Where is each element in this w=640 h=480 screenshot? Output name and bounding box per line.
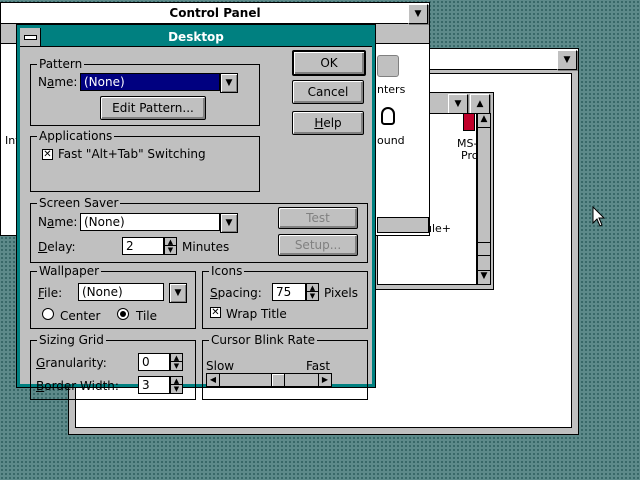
screen-saver-name-label: Name:	[38, 215, 78, 229]
icon-label-pro: Pro	[461, 149, 479, 162]
border-width-spinner[interactable]: ▲ ▼	[170, 376, 183, 394]
cursor-blink-slider[interactable]: ◀ ▶	[206, 373, 332, 387]
fast-switching-checkbox[interactable]: ✕	[42, 149, 53, 160]
icon-label-sound: ound	[377, 134, 405, 147]
wallpaper-legend: Wallpaper	[37, 264, 102, 278]
desktop-dialog: Desktop Pattern Name: (None) ▼ Edit Patt…	[16, 24, 376, 400]
icon-label-printers: nters	[377, 83, 406, 96]
setup-button[interactable]: Setup...	[278, 234, 358, 256]
applications-group: Applications	[30, 129, 260, 192]
screen-saver-legend: Screen Saver	[37, 196, 121, 210]
tile-radio[interactable]	[117, 308, 129, 320]
chevron-down-icon[interactable]: ▼	[169, 283, 187, 303]
slider-thumb[interactable]	[271, 374, 285, 386]
screen-saver-name-dropdown[interactable]: (None)	[80, 213, 220, 231]
msprogram-icon[interactable]	[463, 113, 475, 131]
dialog-client: Pattern Name: (None) ▼ Edit Pattern... A…	[20, 47, 372, 400]
delay-field[interactable]: 2	[122, 237, 164, 255]
slider-left-arrow[interactable]: ◀	[207, 374, 220, 386]
sound-icon[interactable]	[381, 107, 395, 125]
help-button[interactable]: Help	[292, 111, 364, 135]
wrap-title-checkbox[interactable]: ✕	[210, 307, 221, 318]
pattern-name-dropdown[interactable]: (None)	[80, 73, 220, 91]
delay-spinner[interactable]: ▲ ▼	[164, 237, 177, 255]
wallpaper-file-label: File:	[38, 286, 63, 300]
wrap-title-label: Wrap Title	[226, 307, 287, 321]
spacing-label: Spacing:	[210, 286, 262, 300]
center-label: Center	[60, 309, 101, 323]
edit-pattern-button[interactable]: Edit Pattern...	[100, 96, 206, 120]
slow-label: Slow	[206, 359, 235, 373]
spacing-field[interactable]: 75	[272, 283, 306, 301]
cancel-button[interactable]: Cancel	[292, 80, 364, 104]
system-menu-box[interactable]	[20, 28, 41, 46]
pattern-legend: Pattern	[37, 57, 85, 71]
border-width-field[interactable]: 3	[138, 376, 170, 394]
vertical-scrollbar[interactable]: ▲ ▼	[477, 113, 491, 285]
chevron-down-icon[interactable]: ▼	[220, 73, 238, 93]
slider-right-arrow[interactable]: ▶	[318, 374, 331, 386]
control-panel-title: Control Panel	[169, 6, 261, 20]
cursor-blink-legend: Cursor Blink Rate	[209, 333, 318, 347]
delay-label: Delay:	[38, 240, 76, 254]
minimize-button[interactable]: ▼	[448, 94, 468, 114]
scroll-thumb[interactable]	[478, 242, 490, 256]
minutes-label: Minutes	[182, 240, 230, 254]
scroll-up-arrow[interactable]: ▲	[478, 114, 490, 128]
spacing-spinner[interactable]: ▲ ▼	[306, 283, 319, 301]
border-width-label: Border Width:	[36, 379, 119, 393]
granularity-field[interactable]: 0	[138, 353, 170, 371]
printers-icon[interactable]	[377, 55, 399, 77]
icons-legend: Icons	[209, 264, 245, 278]
minimize-button[interactable]: ▼	[557, 50, 577, 70]
wallpaper-file-dropdown[interactable]: (None)	[78, 283, 164, 301]
granularity-spinner[interactable]: ▲ ▼	[170, 353, 183, 371]
sizing-grid-legend: Sizing Grid	[37, 333, 106, 347]
control-panel-titlebar[interactable]: Control Panel	[1, 3, 429, 24]
pixels-label: Pixels	[324, 286, 359, 300]
fast-label: Fast	[306, 359, 331, 373]
center-radio[interactable]	[42, 308, 54, 320]
chevron-down-icon[interactable]: ▼	[220, 213, 238, 233]
desktop-title: Desktop	[168, 30, 224, 44]
pattern-name-label: Name:	[38, 75, 78, 89]
minimize-button[interactable]: ▼	[408, 4, 428, 24]
ok-button[interactable]: OK	[292, 50, 366, 76]
desktop-titlebar[interactable]: Desktop	[20, 28, 372, 47]
granularity-label: Granularity:	[36, 356, 107, 370]
scroll-down-arrow[interactable]: ▼	[478, 270, 490, 284]
fast-switching-label: Fast "Alt+Tab" Switching	[58, 147, 206, 161]
maximize-button[interactable]: ▲	[470, 94, 490, 114]
mouse-pointer-icon	[592, 206, 606, 227]
applications-legend: Applications	[37, 129, 115, 143]
tile-label: Tile	[136, 309, 158, 323]
horizontal-scrollbar[interactable]	[377, 217, 429, 233]
test-button[interactable]: Test	[278, 207, 358, 229]
